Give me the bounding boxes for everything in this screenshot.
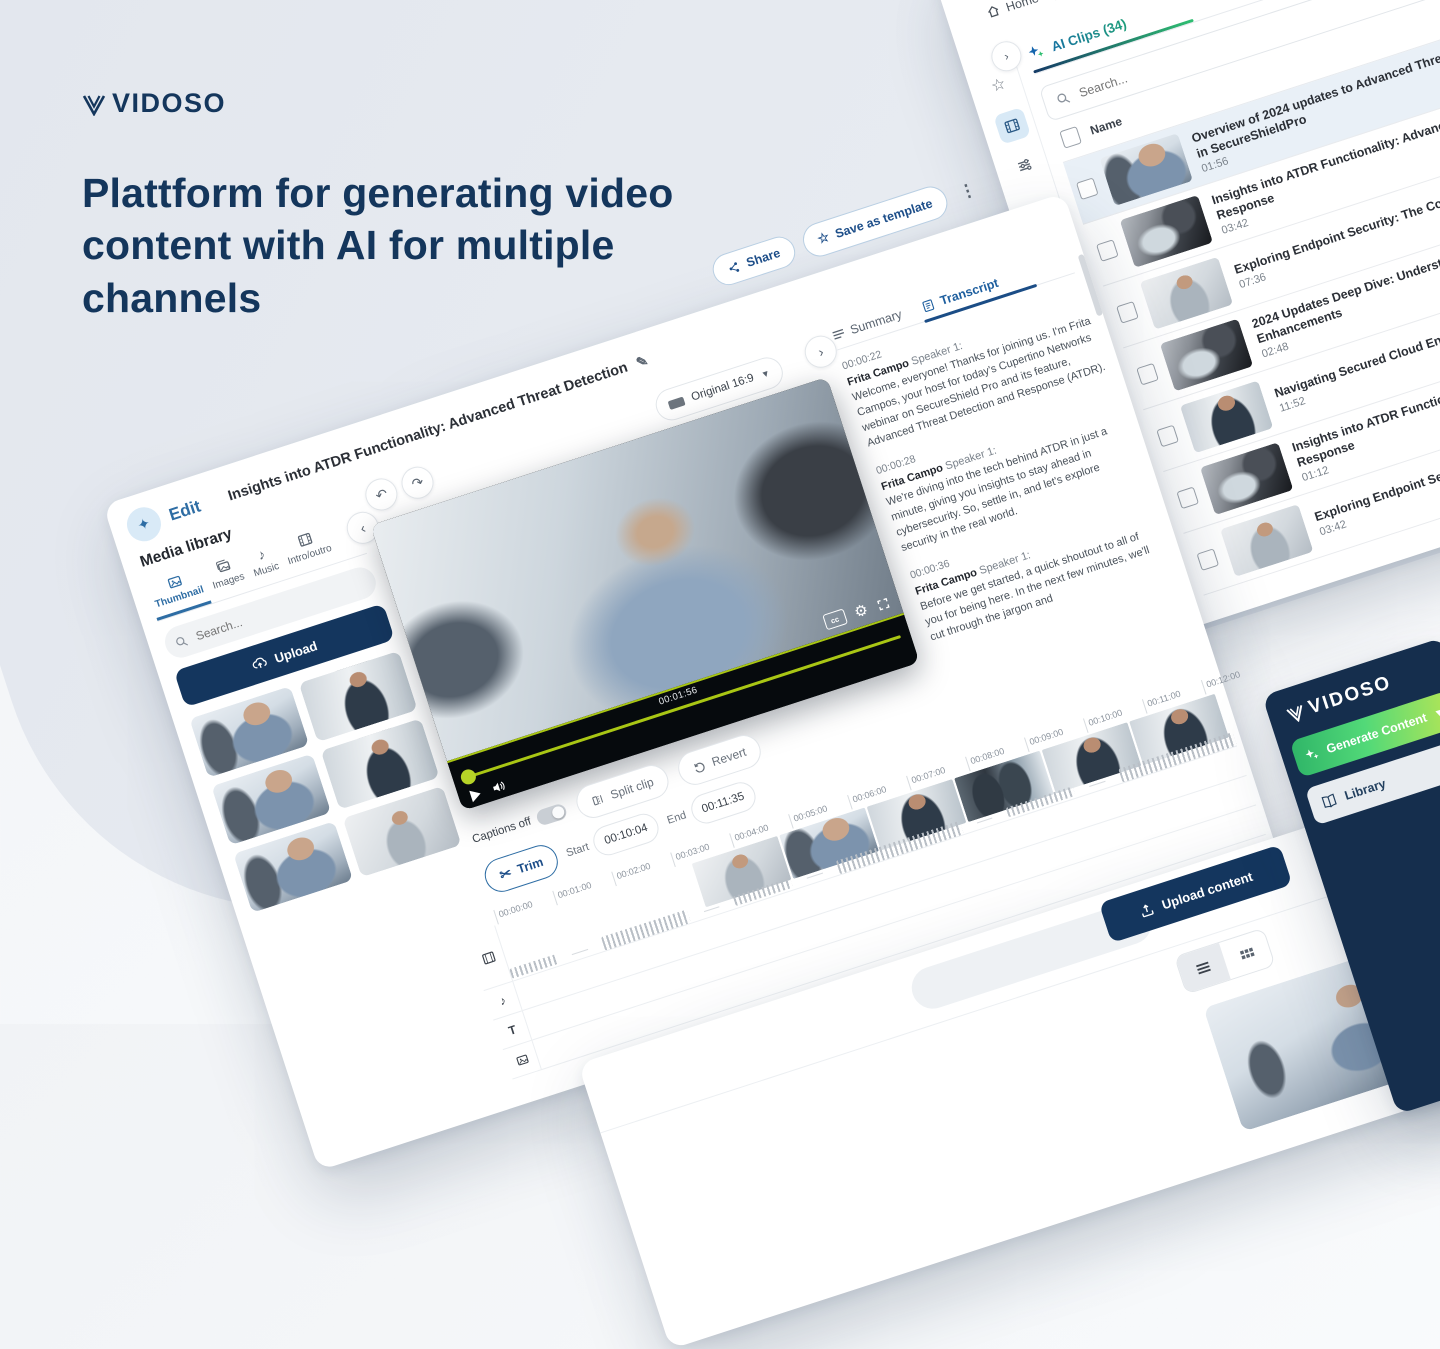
row-checkbox[interactable] [1116, 301, 1139, 324]
player-left-controls [469, 778, 508, 802]
image-icon [514, 1052, 530, 1068]
undo-button[interactable]: ↶ [361, 474, 401, 514]
redo-button[interactable]: ↷ [397, 463, 437, 503]
share-icon [726, 259, 742, 275]
start-time-input[interactable]: 00:10:04 [590, 810, 663, 859]
captions-switch[interactable] [535, 802, 568, 826]
tab-ai-clips-label: AI Clips (34) [1050, 16, 1129, 54]
scissors-icon: ✂ [497, 864, 513, 884]
favorites-icon[interactable]: ☆ [989, 73, 1009, 96]
sparkles-icon [1303, 745, 1322, 764]
hero-headline: Plattform for generating video content w… [82, 167, 722, 324]
play-button[interactable] [469, 787, 482, 802]
captions-label: Captions off [471, 816, 533, 846]
split-clip-label: Split clip [609, 775, 656, 802]
transcript-doc-icon [920, 297, 936, 313]
tab-intro-outro[interactable]: Intro/outro [277, 523, 339, 578]
home-icon [985, 3, 1001, 19]
aspect-rect-icon [667, 396, 685, 410]
search-icon [1054, 90, 1072, 108]
film-icon [480, 949, 498, 967]
cloud-upload-icon [249, 653, 269, 673]
share-label: Share [745, 246, 782, 270]
name-column-header: Name [1088, 114, 1123, 137]
row-checkbox[interactable] [1076, 177, 1099, 200]
tab-thumbnail[interactable]: Thumbnail [145, 564, 211, 620]
row-checkbox[interactable] [1176, 486, 1199, 509]
volume-icon[interactable] [490, 778, 508, 795]
image-icon [165, 573, 184, 592]
upload-label: Upload [272, 638, 319, 666]
clips-film-icon[interactable] [993, 107, 1031, 145]
search-icon [173, 633, 189, 649]
book-icon [1320, 792, 1339, 810]
nav-home[interactable]: Home [985, 0, 1040, 20]
upload-icon [1137, 900, 1156, 919]
end-label: End [666, 809, 688, 826]
filters-sliders-icon[interactable] [1014, 155, 1035, 176]
grid-icon [1238, 945, 1256, 962]
row-checkbox[interactable] [1196, 548, 1219, 571]
sidebar-library-label: Library [1343, 776, 1388, 802]
chevron-down-icon: ▼ [1433, 706, 1440, 720]
sparkles-icon [1025, 42, 1046, 63]
star-icon: ☆ [815, 229, 831, 248]
end-time-input[interactable]: 00:11:35 [687, 779, 759, 828]
tab-summary[interactable]: Summary [830, 307, 903, 343]
upload-content-label: Upload content [1160, 868, 1255, 912]
vidoso-logo-icon [1285, 702, 1308, 725]
trim-label: Trim [516, 855, 545, 876]
vidoso-logo: VIDOSO [82, 88, 722, 119]
vidoso-logo-icon [82, 92, 106, 116]
aspect-label: Original 16:9 [690, 372, 756, 404]
row-checkbox[interactable] [1156, 425, 1179, 448]
images-icon [214, 557, 233, 576]
split-clip-icon [590, 791, 606, 807]
view-toggle [1174, 928, 1276, 995]
select-all-checkbox[interactable] [1059, 126, 1082, 149]
revert-icon [691, 758, 707, 774]
revert-label: Revert [710, 745, 748, 769]
generate-content-label: Generate Content [1325, 711, 1429, 757]
film-icon [295, 530, 314, 549]
list-icon [1194, 960, 1212, 976]
music-note-icon: ♪ [256, 546, 268, 563]
edit-title-pencil-icon[interactable]: ✎ [634, 352, 650, 372]
chevron-down-icon: ▼ [760, 368, 772, 380]
tab-images[interactable]: Images [202, 551, 252, 602]
start-label: Start [565, 841, 591, 860]
hero-section: VIDOSO Plattform for generating video co… [82, 88, 722, 324]
ai-sparkle-icon: ✦ [123, 503, 166, 546]
video-player[interactable]: cc ⚙ 00:01:56 [370, 377, 919, 811]
revert-button[interactable]: Revert [674, 731, 766, 790]
summary-lines-icon [831, 327, 847, 341]
grid-view-button[interactable] [1219, 929, 1274, 979]
vidoso-logo-text: VIDOSO [112, 88, 226, 119]
row-checkbox[interactable] [1096, 239, 1119, 262]
edit-label: Edit [167, 497, 204, 526]
row-checkbox[interactable] [1136, 363, 1159, 386]
